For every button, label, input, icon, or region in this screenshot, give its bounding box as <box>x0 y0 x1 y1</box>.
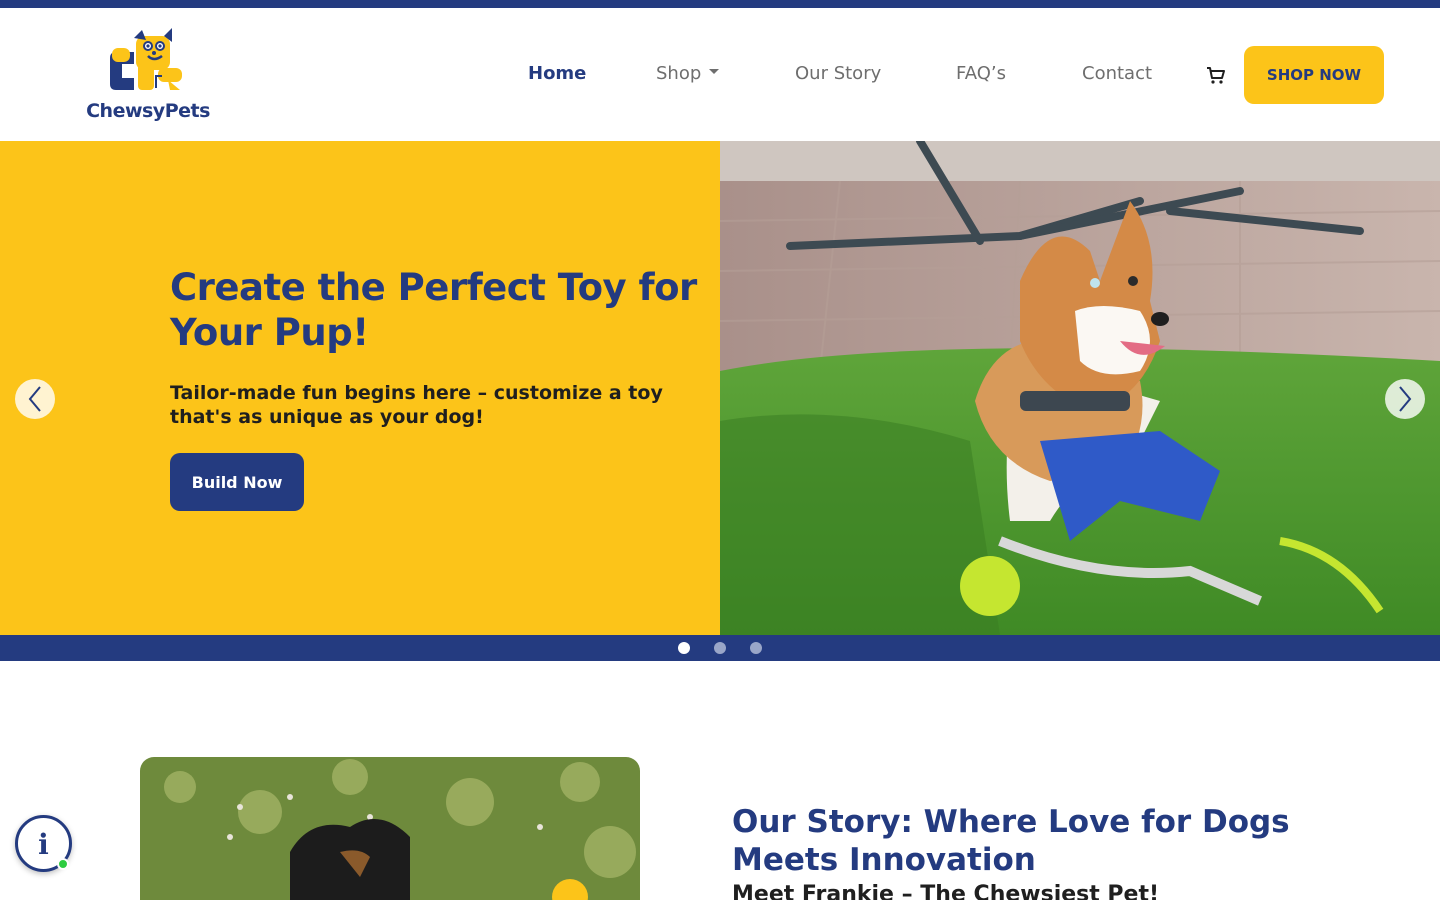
chevron-left-icon <box>28 386 41 412</box>
caret-down-icon <box>709 68 720 74</box>
online-status-dot <box>57 858 69 870</box>
chevron-right-icon <box>1399 386 1412 412</box>
nav-faqs[interactable]: FAQ’s <box>956 63 1006 84</box>
story-image-dog <box>140 757 640 900</box>
carousel-next-button[interactable] <box>1385 379 1425 419</box>
hero-subtitle: Tailor-made fun begins here – customize … <box>170 382 663 428</box>
story-title: Our Story: Where Love for Dogs Meets Inn… <box>732 804 1290 878</box>
nav-home[interactable]: Home <box>528 63 586 84</box>
cart-icon[interactable] <box>1205 64 1227 86</box>
shop-now-button[interactable]: SHOP NOW <box>1244 46 1384 104</box>
hero-text-panel: Create the Perfect Toy for Your Pup! Tai… <box>0 141 720 635</box>
build-now-button[interactable]: Build Now <box>170 453 304 511</box>
hero-carousel: Create the Perfect Toy for Your Pup! Tai… <box>0 141 1440 635</box>
brand-name: ChewsyPets <box>86 100 210 122</box>
hero-image-corgi <box>720 141 1440 635</box>
hero-title: Create the Perfect Toy for Your Pup! <box>170 266 697 354</box>
brand-logo[interactable]: ChewsyPets <box>72 28 224 124</box>
nav-shop[interactable]: Shop <box>656 63 720 84</box>
top-accent-strip <box>0 0 1440 8</box>
info-icon: i <box>38 828 49 861</box>
carousel-dot-2[interactable] <box>714 642 726 654</box>
dog-mascot-icon <box>110 28 182 90</box>
carousel-dot-3[interactable] <box>750 642 762 654</box>
story-subtitle: Meet Frankie – The Chewsiest Pet! <box>732 882 1160 900</box>
carousel-indicators <box>0 635 1440 661</box>
carousel-dot-1[interactable] <box>678 642 690 654</box>
nav-shop-label: Shop <box>656 63 702 84</box>
nav-contact[interactable]: Contact <box>1082 63 1152 84</box>
site-header: ChewsyPets Home Shop Our Story FAQ’s Con… <box>0 8 1440 141</box>
carousel-prev-button[interactable] <box>15 379 55 419</box>
nav-our-story[interactable]: Our Story <box>795 63 881 84</box>
